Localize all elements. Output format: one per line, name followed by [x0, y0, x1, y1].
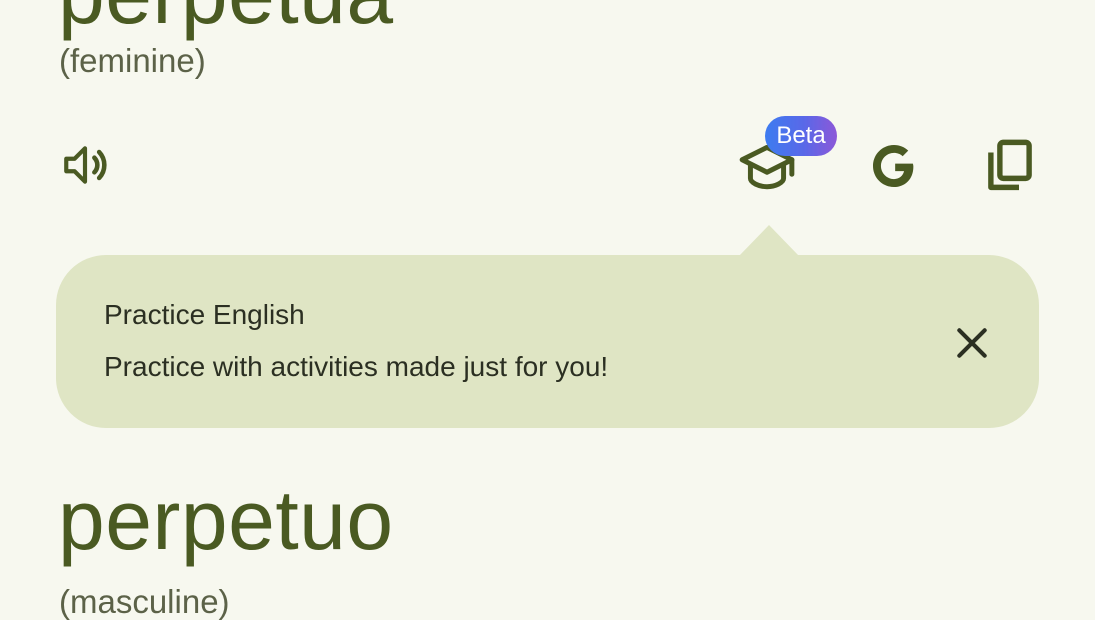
tooltip-title: Practice English — [104, 299, 305, 330]
copy-icon — [988, 139, 1032, 191]
tooltip-body: Practice with activities made just for y… — [104, 351, 609, 382]
google-g-icon — [873, 145, 914, 187]
copy-button[interactable] — [980, 134, 1040, 198]
google-search-button[interactable] — [862, 134, 926, 198]
tooltip-pointer — [739, 225, 799, 256]
beta-badge: Beta — [765, 116, 837, 156]
gender-label: (masculine) — [59, 583, 230, 620]
close-icon — [957, 328, 987, 358]
practice-tooltip: Practice English Practice with activitie… — [56, 255, 1039, 428]
close-tooltip-button[interactable] — [944, 315, 1000, 371]
speaker-icon — [64, 146, 107, 184]
listen-button[interactable] — [56, 136, 114, 194]
gender-label: (feminine) — [59, 42, 206, 79]
translation-word: perpetua — [58, 0, 394, 36]
translation-word: perpetuo — [58, 473, 394, 567]
